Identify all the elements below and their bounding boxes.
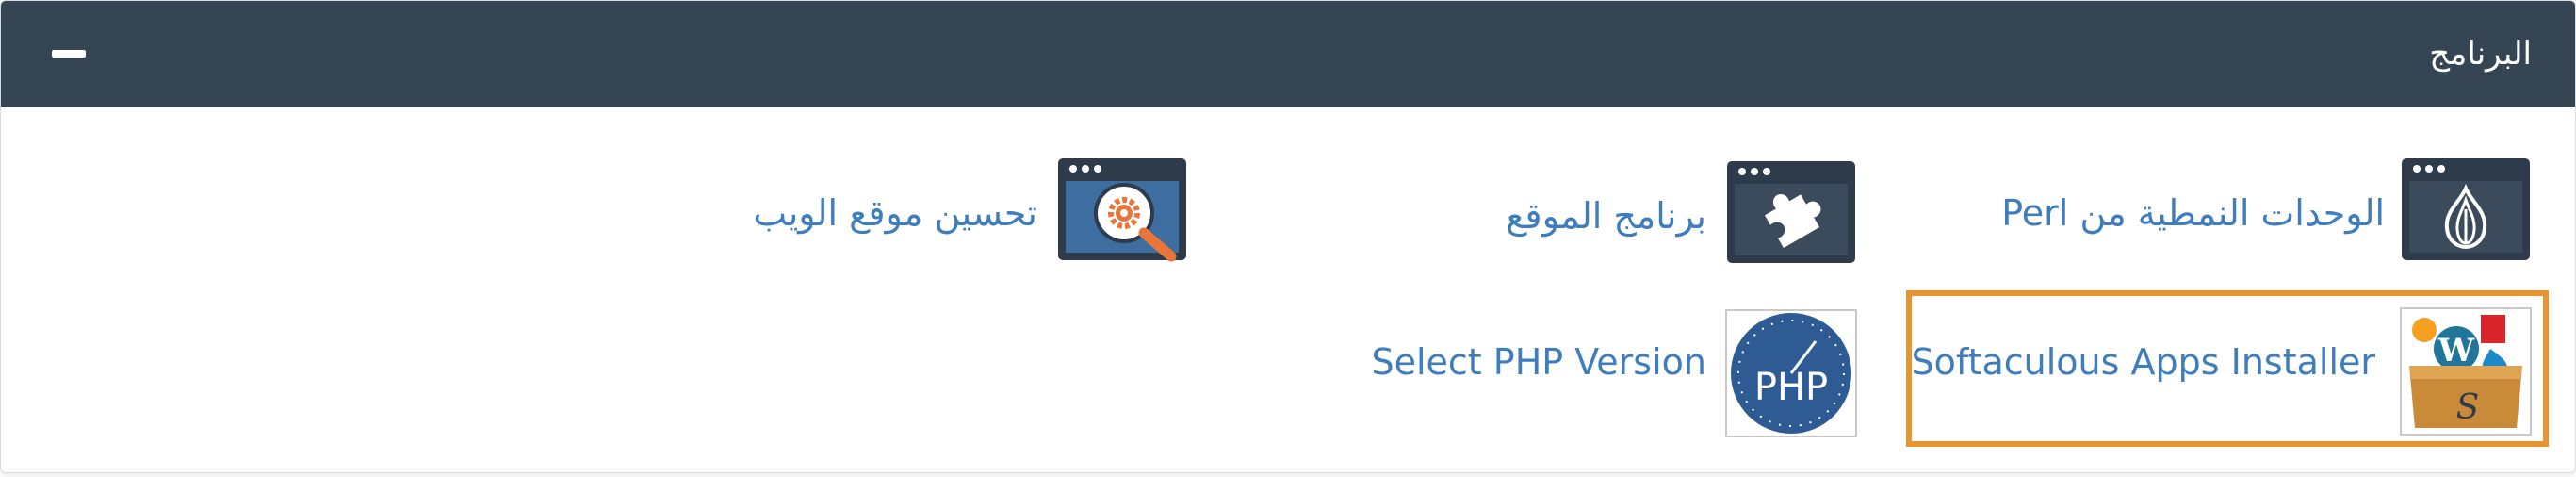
svg-text:PHP: PHP	[1754, 366, 1828, 409]
item-site-software[interactable]: برنامج الموقع	[1506, 159, 1857, 272]
collapse-button[interactable]	[48, 35, 91, 73]
item-website-optimization-label: تحسين موقع الويب	[753, 192, 1037, 234]
perl-onion-icon	[2402, 158, 2530, 260]
php-icon: PHP	[1725, 309, 1857, 437]
minus-icon	[52, 50, 86, 58]
puzzle-piece-icon	[1727, 161, 1855, 263]
item-select-php-version[interactable]: Select PHP Version PHP	[1371, 309, 1857, 441]
svg-text:W: W	[2437, 332, 2475, 370]
item-select-php-version-label: Select PHP Version	[1371, 341, 1706, 383]
gear-magnifier-icon	[1058, 158, 1186, 262]
item-perl-modules-label: الوحدات النمطية من Perl	[2001, 192, 2385, 234]
software-panel: البرنامج الوحدات النمطية من Perl برنامج …	[0, 0, 2576, 473]
item-softaculous-label: Softaculous Apps Installer	[1911, 341, 2375, 383]
panel-title: البرنامج	[2429, 35, 2532, 73]
item-website-optimization[interactable]: تحسين موقع الويب	[753, 156, 1188, 270]
item-site-software-label: برنامج الموقع	[1506, 195, 1706, 237]
softaculous-icon: W S	[2400, 307, 2532, 436]
panel-header[interactable]: البرنامج	[1, 1, 2575, 107]
item-softaculous[interactable]: Softaculous Apps Installer W S	[1911, 307, 2535, 439]
item-perl-modules[interactable]: الوحدات النمطية من Perl	[2001, 156, 2535, 270]
svg-text:S: S	[2456, 388, 2480, 427]
